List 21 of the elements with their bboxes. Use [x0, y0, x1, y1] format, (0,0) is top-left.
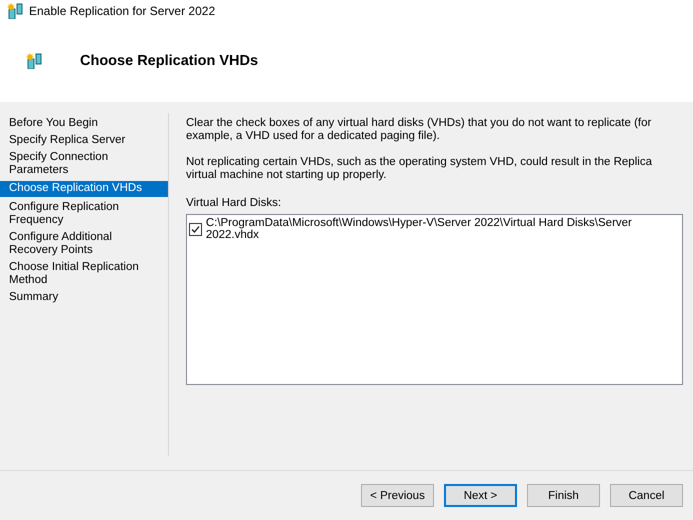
- wizard-step[interactable]: Specify Replica Server: [0, 134, 168, 147]
- disk-path: C:\ProgramData\Microsoft\Windows\Hyper-V\Server 2022\Virtual Hard Disks\Server 2022.vhdx: [206, 217, 633, 241]
- wizard-step[interactable]: Choose Initial Replication Method: [0, 261, 168, 287]
- wizard-step[interactable]: Configure Additional Recovery Points: [0, 231, 168, 257]
- wizard-step[interactable]: Summary: [0, 291, 168, 304]
- checkbox[interactable]: [189, 222, 202, 236]
- list-label: Virtual Hard Disks:: [186, 197, 282, 209]
- window-title: Enable Replication for Server 2022: [29, 4, 216, 18]
- wizard-button[interactable]: < Previous: [361, 484, 434, 507]
- wizard-step[interactable]: Choose Replication VHDs: [0, 181, 168, 197]
- server-icon: [26, 53, 42, 69]
- instruction-text: Clear the check boxes of any virtual hard disks (VHDs) that you do not want to replicate (for example, a VHD used for a dedicated paging file).: [186, 117, 652, 143]
- page-title: Choose Replication VHDs: [80, 53, 258, 69]
- wizard-step[interactable]: Specify Connection Parameters: [0, 151, 168, 177]
- wizard-step[interactable]: Before You Begin: [0, 117, 168, 130]
- wizard-button[interactable]: Next >: [444, 484, 517, 507]
- wizard-step[interactable]: Configure Replication Frequency: [0, 201, 168, 227]
- instruction-text: Not replicating certain VHDs, such as the operating system VHD, could result in the Replica virtual machine not starting up properly.: [186, 156, 653, 182]
- app-icon: [7, 3, 23, 19]
- wizard-button[interactable]: Cancel: [610, 484, 683, 507]
- wizard-button[interactable]: Finish: [527, 484, 600, 507]
